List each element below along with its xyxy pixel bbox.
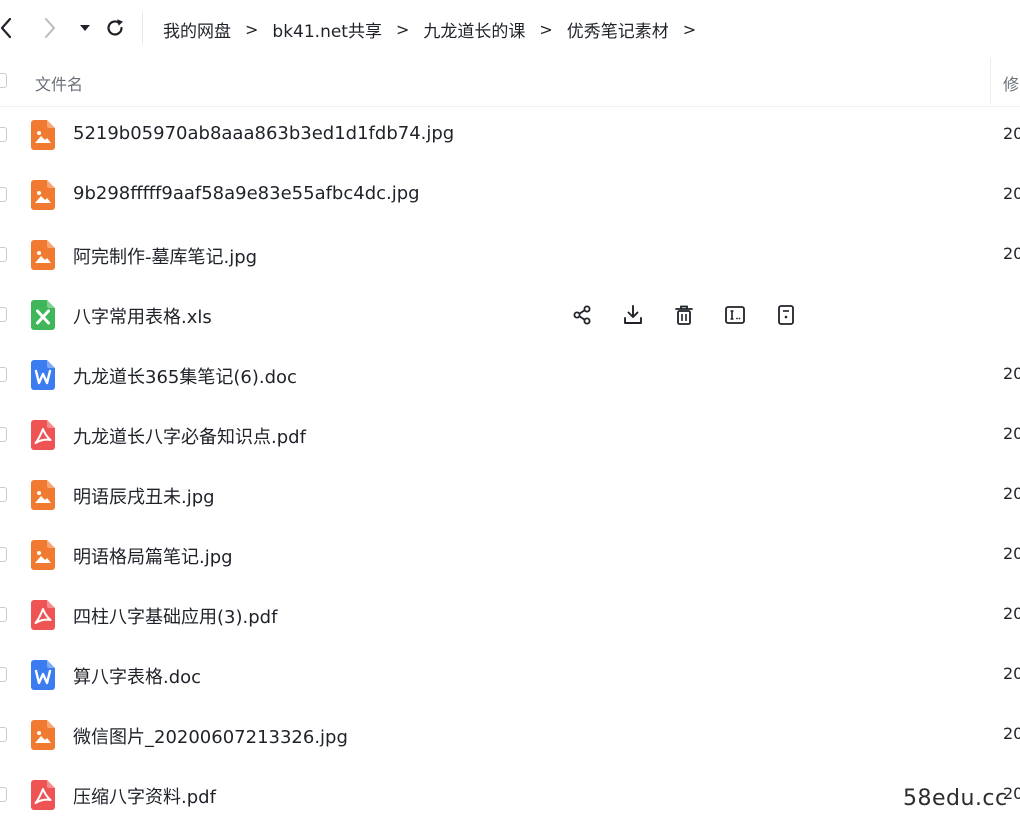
file-name[interactable]: 算八字表格.doc [73,663,201,689]
row-checkbox[interactable] [0,787,7,802]
rename-icon [725,306,745,324]
breadcrumb: 我的网盘 > bk41.net共享 > 九龙道长的课 > 优秀笔记素材 > [163,17,710,42]
row-checkbox[interactable] [0,367,7,382]
row-action-toolbar [568,301,823,329]
file-row[interactable]: 5219b05970ab8aaa863b3ed1d1fdb74.jpg 20 [0,105,1020,165]
file-modified-date: 20 [1003,364,1020,383]
row-checkbox[interactable] [0,487,7,502]
delete-icon [675,305,693,325]
refresh-button[interactable] [103,14,127,42]
file-type-excel-icon [31,300,55,330]
file-name[interactable]: 5219b05970ab8aaa863b3ed1d1fdb74.jpg [73,123,454,144]
file-name[interactable]: 阿完制作-墓库笔记.jpg [73,243,257,269]
row-checkbox[interactable] [0,187,7,202]
back-button[interactable] [0,14,18,42]
file-type-image-icon [31,180,55,210]
toolbar-divider [142,12,143,44]
forward-button[interactable] [38,14,62,42]
file-name[interactable]: 四柱八字基础应用(3).pdf [73,603,277,629]
navigation-bar: 我的网盘 > bk41.net共享 > 九龙道长的课 > 优秀笔记素材 > [0,0,1020,56]
file-row[interactable]: 明语格局篇笔记.jpg 20 [0,525,1020,585]
file-name[interactable]: 压缩八字资料.pdf [73,783,216,809]
file-row[interactable]: 九龙道长八字必备知识点.pdf 20 [0,405,1020,465]
file-modified-date: 20 [1003,604,1020,623]
row-checkbox[interactable] [0,727,7,742]
file-row[interactable]: 阿完制作-墓库笔记.jpg 20 [0,225,1020,285]
delete-button[interactable] [670,301,698,329]
breadcrumb-item-course[interactable]: 九龙道长的课 [423,17,525,42]
more-button[interactable] [772,301,800,329]
file-type-image-icon [31,720,55,750]
file-name[interactable]: 明语格局篇笔记.jpg [73,543,233,569]
chevron-right-icon [45,18,55,38]
file-row[interactable]: 明语辰戌丑未.jpg 20 [0,465,1020,525]
file-type-pdf-icon [31,420,55,450]
file-modified-date: 20 [1003,484,1020,503]
row-checkbox[interactable] [0,127,7,142]
more-icon [778,305,794,325]
file-type-image-icon [31,120,55,150]
file-row[interactable]: 微信图片_20200607213326.jpg 20 [0,705,1020,765]
file-row[interactable]: 九龙道长365集笔记(6).doc 20 [0,345,1020,405]
file-modified-date: 20 [1003,724,1020,743]
file-row[interactable]: 9b298fffff9aaf58a9e83e55afbc4dc.jpg 20 [0,165,1020,225]
file-type-image-icon [31,480,55,510]
file-type-image-icon [31,240,55,270]
file-name[interactable]: 9b298fffff9aaf58a9e83e55afbc4dc.jpg [73,183,420,204]
caret-down-icon [80,25,90,31]
select-all-checkbox[interactable] [0,73,7,88]
file-name[interactable]: 九龙道长八字必备知识点.pdf [73,423,306,449]
column-divider[interactable] [990,58,991,104]
breadcrumb-separator: > [682,20,697,39]
file-row[interactable]: 八字常用表格.xls [0,285,1020,345]
file-type-pdf-icon [31,780,55,810]
watermark-text: 58edu.cc [903,786,1008,811]
refresh-icon [107,19,123,36]
column-header-name[interactable]: 文件名 [35,71,83,95]
row-checkbox[interactable] [0,667,7,682]
chevron-left-icon [0,17,12,39]
file-name[interactable]: 九龙道长365集笔记(6).doc [73,363,297,389]
file-modified-date: 20 [1003,124,1020,143]
file-name[interactable]: 明语辰戌丑未.jpg [73,483,215,509]
file-type-word-icon [31,660,55,690]
rename-button[interactable] [721,301,749,329]
history-dropdown-button[interactable] [74,14,96,42]
file-modified-date: 20 [1003,424,1020,443]
row-checkbox[interactable] [0,607,7,622]
file-modified-date: 20 [1003,664,1020,683]
row-checkbox[interactable] [0,427,7,442]
breadcrumb-item-current[interactable]: 优秀笔记素材 [567,17,669,42]
row-checkbox[interactable] [0,547,7,562]
file-row[interactable]: 压缩八字资料.pdf 20 [0,765,1020,825]
file-type-image-icon [31,540,55,570]
share-icon [573,305,591,325]
file-list: 5219b05970ab8aaa863b3ed1d1fdb74.jpg 20 9b2… [0,105,1020,825]
file-row[interactable]: 算八字表格.doc 20 [0,645,1020,705]
file-list-header: 文件名 修 [0,56,1020,107]
breadcrumb-separator: > [395,20,410,39]
breadcrumb-separator: > [539,20,553,39]
row-checkbox[interactable] [0,247,7,262]
file-name[interactable]: 微信图片_20200607213326.jpg [73,723,348,749]
file-name[interactable]: 八字常用表格.xls [73,303,212,329]
file-modified-date: 20 [1003,244,1020,263]
breadcrumb-item-root[interactable]: 我的网盘 [163,17,231,42]
file-modified-date: 20 [1003,184,1020,203]
file-type-word-icon [31,360,55,390]
breadcrumb-item-share[interactable]: bk41.net共享 [272,17,382,42]
share-button[interactable] [568,301,596,329]
column-header-modified[interactable]: 修 [1003,71,1019,95]
file-row[interactable]: 四柱八字基础应用(3).pdf 20 [0,585,1020,645]
breadcrumb-separator: > [245,20,259,39]
row-checkbox[interactable] [0,307,7,322]
file-type-pdf-icon [31,600,55,630]
download-icon [624,305,642,324]
file-modified-date: 20 [1003,544,1020,563]
download-button[interactable] [619,301,647,329]
